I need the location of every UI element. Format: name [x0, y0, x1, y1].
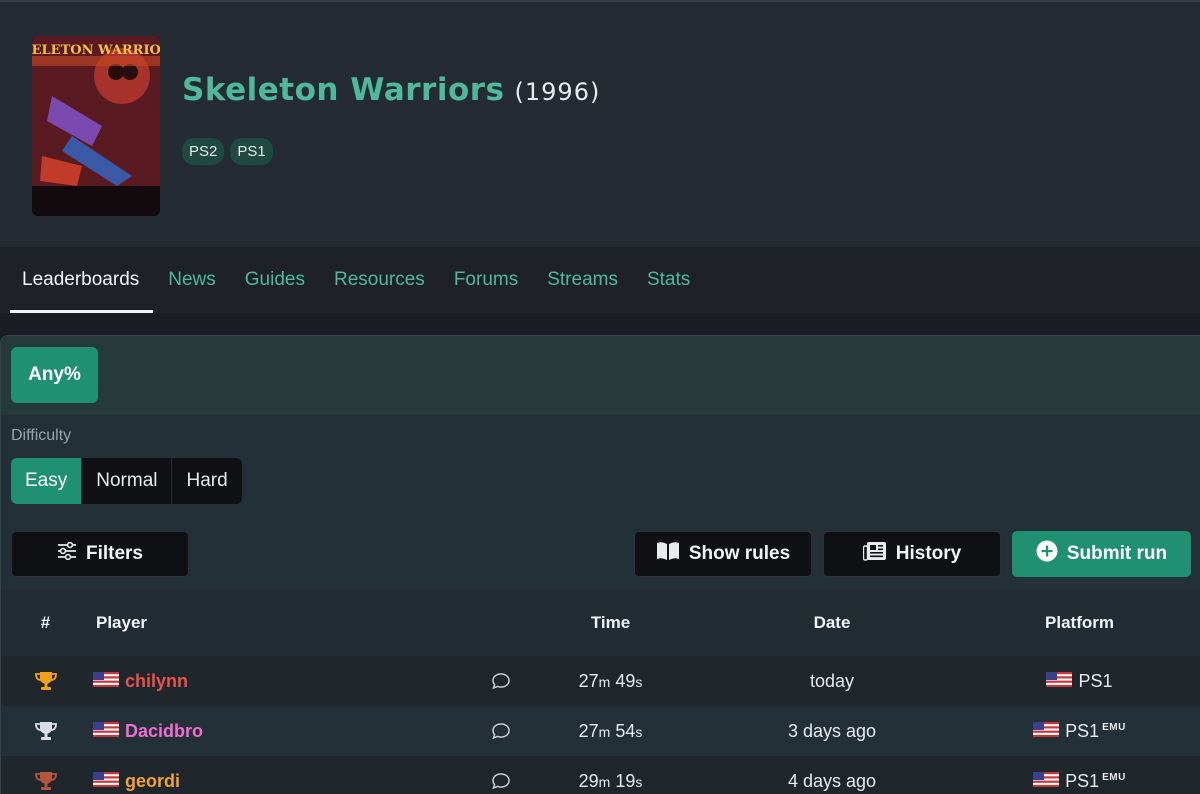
leaderboard-panel: Any% Difficulty Easy Normal Hard Filters	[0, 335, 1200, 794]
platform-chips: PS2 PS1	[182, 138, 273, 165]
table-row[interactable]: chilynn 27m 49s today PS1	[1, 656, 1200, 706]
filters-label: Filters	[85, 543, 144, 564]
tab-stats[interactable]: Stats	[635, 247, 704, 313]
difficulty-selector: Easy Normal Hard	[11, 458, 242, 504]
table-row[interactable]: Dacidbro 27m 54s 3 days ago PS1 EMU	[1, 706, 1200, 756]
category-bar: Any%	[1, 336, 1200, 415]
tab-leaderboards[interactable]: Leaderboards	[10, 247, 154, 313]
sliders-icon	[57, 541, 77, 566]
emulator-badge: EMU	[1102, 721, 1126, 733]
header-date[interactable]: Date	[698, 613, 966, 633]
tab-resources[interactable]: Resources	[322, 247, 439, 313]
book-icon	[656, 541, 680, 567]
us-flag-icon	[1033, 721, 1060, 742]
us-flag-icon	[93, 721, 119, 742]
leaderboard-table: # Player Time Date Platform chilynn 27m …	[1, 589, 1200, 794]
comment-icon[interactable]	[478, 722, 523, 740]
comment-icon[interactable]	[478, 772, 523, 790]
history-button[interactable]: History	[823, 531, 1001, 577]
run-time: 27m 49s	[578, 670, 643, 691]
us-flag-icon	[93, 671, 119, 692]
header-platform[interactable]: Platform	[966, 613, 1193, 633]
game-year: (1996)	[514, 78, 601, 106]
show-rules-label: Show rules	[688, 543, 791, 564]
difficulty-easy-button[interactable]: Easy	[11, 458, 83, 504]
run-platform: PS1	[966, 671, 1193, 692]
plus-circle-icon	[1036, 540, 1058, 568]
bronze-trophy-icon	[1, 771, 90, 791]
us-flag-icon	[1046, 671, 1073, 692]
submit-run-button[interactable]: Submit run	[1012, 531, 1191, 577]
player-name[interactable]: chilynn	[125, 671, 188, 692]
game-header: SKELETON WARRIORS Skeleton Warriors (199…	[0, 0, 1200, 247]
comment-icon[interactable]	[478, 672, 523, 690]
game-nav-tabs: Leaderboards News Guides Resources Forum…	[0, 247, 1200, 313]
silver-trophy-icon	[1, 721, 90, 741]
tab-forums[interactable]: Forums	[442, 247, 532, 313]
run-platform: PS1 EMU	[966, 771, 1193, 792]
run-date: 3 days ago	[787, 720, 877, 741]
gold-trophy-icon	[1, 671, 90, 691]
game-cover-image[interactable]: SKELETON WARRIORS	[32, 36, 160, 216]
cover-logo-text: SKELETON WARRIORS	[32, 43, 160, 58]
run-date: 4 days ago	[787, 770, 877, 791]
header-time[interactable]: Time	[523, 613, 698, 633]
submit-run-label: Submit run	[1066, 543, 1168, 564]
show-rules-button[interactable]: Show rules	[634, 531, 812, 577]
tab-guides[interactable]: Guides	[233, 247, 319, 313]
run-platform: PS1 EMU	[966, 721, 1193, 742]
newspaper-icon	[862, 541, 887, 567]
emulator-badge: EMU	[1102, 771, 1126, 783]
difficulty-normal-button[interactable]: Normal	[82, 458, 173, 504]
run-time: 27m 54s	[578, 720, 643, 741]
difficulty-label: Difficulty	[11, 427, 72, 444]
us-flag-icon	[93, 771, 119, 792]
us-flag-icon	[1033, 771, 1060, 792]
player-name[interactable]: Dacidbro	[125, 721, 203, 742]
platform-chip-ps1[interactable]: PS1	[230, 138, 273, 165]
run-time: 29m 19s	[578, 770, 643, 791]
header-player[interactable]: Player	[90, 613, 478, 633]
history-label: History	[895, 543, 962, 564]
difficulty-hard-button[interactable]: Hard	[172, 458, 241, 504]
filters-button[interactable]: Filters	[11, 531, 189, 577]
table-row[interactable]: geordi 29m 19s 4 days ago PS1 EMU	[1, 756, 1200, 794]
player-name[interactable]: geordi	[125, 771, 180, 792]
tab-streams[interactable]: Streams	[535, 247, 632, 313]
header-rank: #	[40, 612, 51, 632]
platform-chip-ps2[interactable]: PS2	[182, 138, 225, 165]
table-header: # Player Time Date Platform	[1, 589, 1200, 656]
game-title[interactable]: Skeleton Warriors	[182, 72, 505, 108]
category-any-percent-button[interactable]: Any%	[11, 347, 98, 403]
run-date: today	[809, 670, 855, 691]
tab-news[interactable]: News	[156, 247, 230, 313]
